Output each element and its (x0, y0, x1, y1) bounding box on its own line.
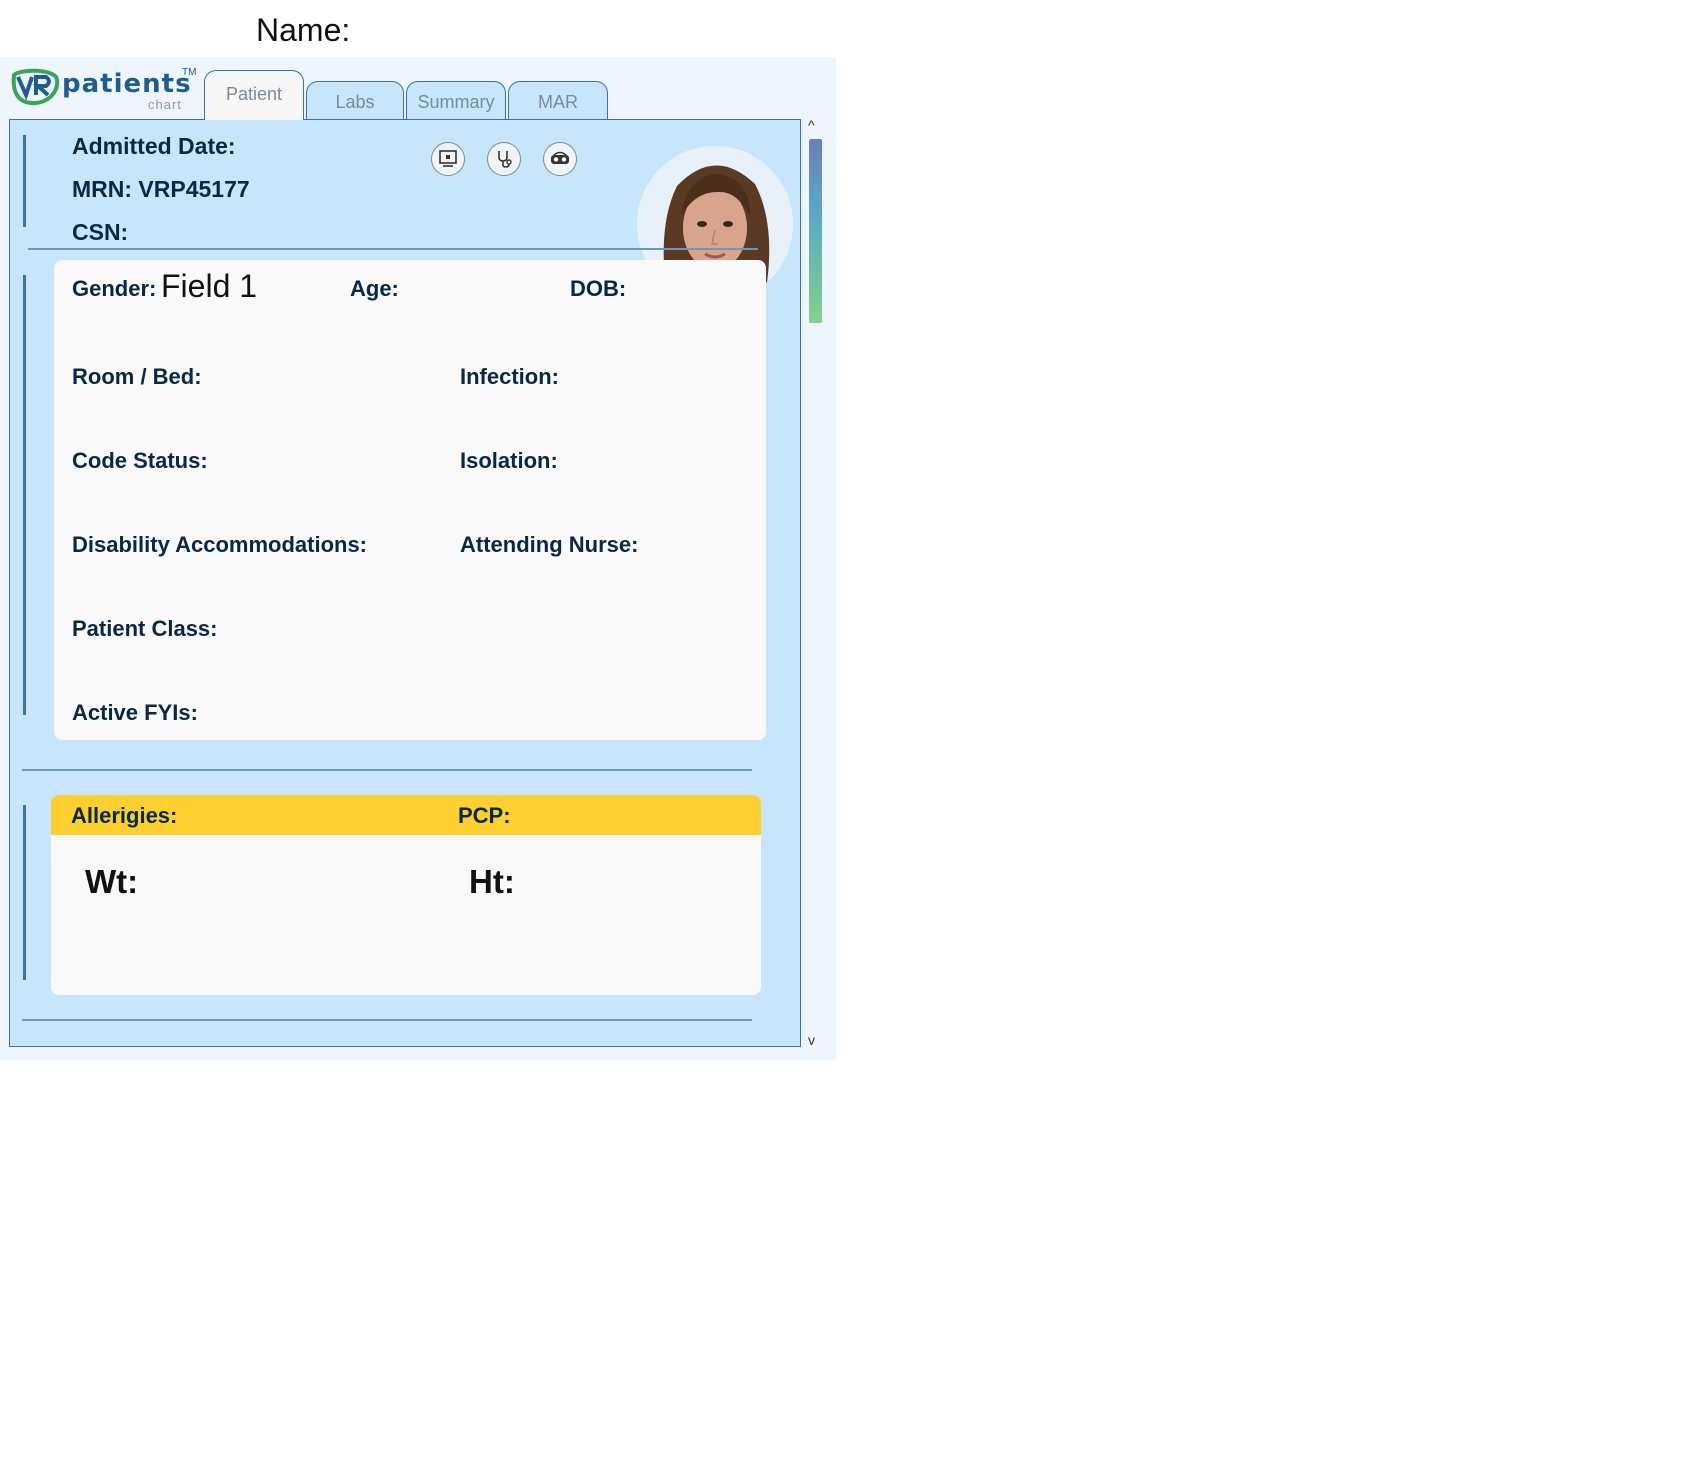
scrollbar-thumb[interactable] (809, 139, 822, 323)
scroll-up-arrow[interactable]: ^ (808, 117, 815, 133)
tab-mar[interactable]: MAR (508, 81, 608, 120)
details-card: Gender: Field 1 Age: DOB: Room / Bed: In… (54, 260, 766, 740)
monitor-button[interactable] (431, 142, 465, 176)
patient-chart-app: patients TM chart Patient Labs Summary M… (0, 57, 836, 1060)
gender-value[interactable]: Field 1 (161, 268, 257, 305)
patient-panel: Admitted Date: MRN: VRP45177 CSN: Gender… (9, 119, 801, 1047)
patient-class-label: Patient Class: (72, 616, 218, 641)
scroll-down-arrow[interactable]: v (808, 1032, 815, 1048)
stethoscope-button[interactable] (487, 142, 521, 176)
tab-patient[interactable]: Patient (204, 70, 304, 120)
bottom-divider (22, 1019, 752, 1021)
allergies-label: Allerigies: (71, 803, 178, 828)
vr-headset-button[interactable] (543, 142, 577, 176)
vrpatients-logo: patients TM chart (10, 67, 200, 115)
header-divider (28, 248, 758, 250)
tab-labs[interactable]: Labs (306, 81, 404, 120)
gender-label: Gender: (72, 276, 157, 301)
details-accent-line (23, 275, 26, 715)
details-divider (22, 769, 752, 771)
name-label: Name: (256, 12, 351, 48)
isolation-label: Isolation: (460, 448, 558, 473)
height-label: Ht: (469, 863, 515, 900)
pcp-label: PCP: (458, 803, 511, 828)
active-fyis-label: Active FYIs: (72, 700, 198, 725)
vitals-accent-line (23, 805, 26, 980)
code-status-label: Code Status: (72, 448, 208, 473)
vitals-card: Allerigies: PCP: Wt: Ht: (51, 795, 761, 995)
logo-subtitle: chart (148, 97, 182, 112)
vr-headset-icon (551, 151, 569, 164)
mrn-label: MRN: VRP45177 (72, 176, 250, 202)
vr-logo-icon (11, 68, 60, 106)
logo-wordmark: patients (62, 69, 192, 99)
monitor-icon (439, 150, 457, 167)
weight-label: Wt: (85, 863, 139, 900)
age-label: Age: (350, 276, 399, 301)
room-bed-label: Room / Bed: (72, 364, 202, 389)
header-accent-line (23, 135, 26, 227)
admitted-date-label: Admitted Date: (72, 133, 236, 159)
csn-label: CSN: (72, 219, 129, 245)
attending-nurse-label: Attending Nurse: (460, 532, 639, 557)
logo-trademark: TM (182, 67, 197, 78)
stethoscope-icon (498, 151, 512, 168)
dob-label: DOB: (570, 276, 627, 301)
disability-label: Disability Accommodations: (72, 532, 368, 557)
tab-summary[interactable]: Summary (406, 81, 506, 120)
infection-label: Infection: (460, 364, 559, 389)
